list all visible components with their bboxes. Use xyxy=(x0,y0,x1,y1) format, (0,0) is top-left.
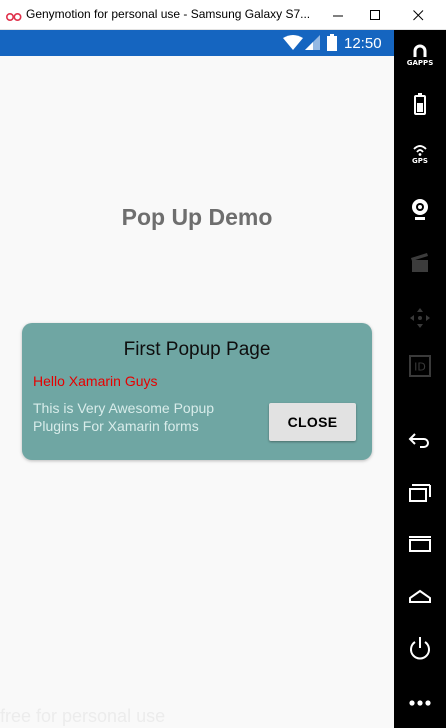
back-button[interactable] xyxy=(394,432,446,448)
webcam-button[interactable] xyxy=(394,198,446,222)
maximize-icon xyxy=(370,10,380,20)
genymotion-logo-icon xyxy=(5,9,22,27)
page-title: Pop Up Demo xyxy=(121,204,273,230)
window-title: Genymotion for personal use - Samsung Ga… xyxy=(26,7,311,21)
status-clock: 12:50 xyxy=(344,35,382,52)
minimize-icon xyxy=(333,15,343,17)
media-icon xyxy=(411,253,428,272)
popup-greeting: Hello Xamarin Guys xyxy=(33,373,158,389)
battery-icon xyxy=(327,34,337,56)
gapps-icon xyxy=(413,44,427,57)
id-label: ID xyxy=(414,361,426,374)
back-icon xyxy=(408,433,429,448)
gapps-button[interactable]: GAPPS xyxy=(394,44,446,67)
recent-apps-button[interactable] xyxy=(394,484,446,502)
gapps-label: GAPPS xyxy=(406,59,434,67)
close-window-button[interactable] xyxy=(400,0,436,30)
watermark-text: free for personal use xyxy=(0,706,166,726)
home-button[interactable] xyxy=(394,588,446,604)
battery-icon xyxy=(414,93,426,115)
battery-button[interactable] xyxy=(394,93,446,115)
wifi-icon xyxy=(283,35,303,55)
more-icon xyxy=(409,700,431,706)
gps-icon xyxy=(413,145,427,156)
close-icon xyxy=(413,10,424,21)
maximize-button[interactable] xyxy=(357,0,393,30)
close-popup-button[interactable]: CLOSE xyxy=(269,403,356,441)
device-id-button: ID xyxy=(394,355,446,377)
device-screen: 12:50 Pop Up Demo First Popup Page Hello… xyxy=(0,30,394,728)
recent-apps-icon xyxy=(409,484,431,502)
minimize-button[interactable] xyxy=(320,0,356,30)
webcam-icon xyxy=(412,199,428,220)
gps-button[interactable]: GPS xyxy=(394,144,446,165)
signal-icon xyxy=(305,35,321,55)
popup-title: First Popup Page xyxy=(123,339,271,360)
popup-dialog: First Popup Page Hello Xamarin Guys This… xyxy=(22,323,372,460)
media-button xyxy=(394,252,446,274)
id-icon: ID xyxy=(409,355,431,377)
menu-icon xyxy=(409,536,431,552)
dpad-button xyxy=(394,307,446,329)
power-icon xyxy=(410,637,430,660)
menu-button[interactable] xyxy=(394,536,446,552)
status-bar: 12:50 xyxy=(0,30,394,56)
gps-label: GPS xyxy=(412,157,428,165)
dpad-icon xyxy=(410,308,430,328)
home-icon xyxy=(409,589,431,603)
more-button[interactable] xyxy=(394,700,446,706)
window-title-bar: Genymotion for personal use - Samsung Ga… xyxy=(0,0,446,30)
popup-description: This is Very Awesome Popup Plugins For X… xyxy=(33,400,215,434)
genymotion-toolbar: GAPPS GPS ID xyxy=(394,30,446,728)
power-button[interactable] xyxy=(394,636,446,662)
